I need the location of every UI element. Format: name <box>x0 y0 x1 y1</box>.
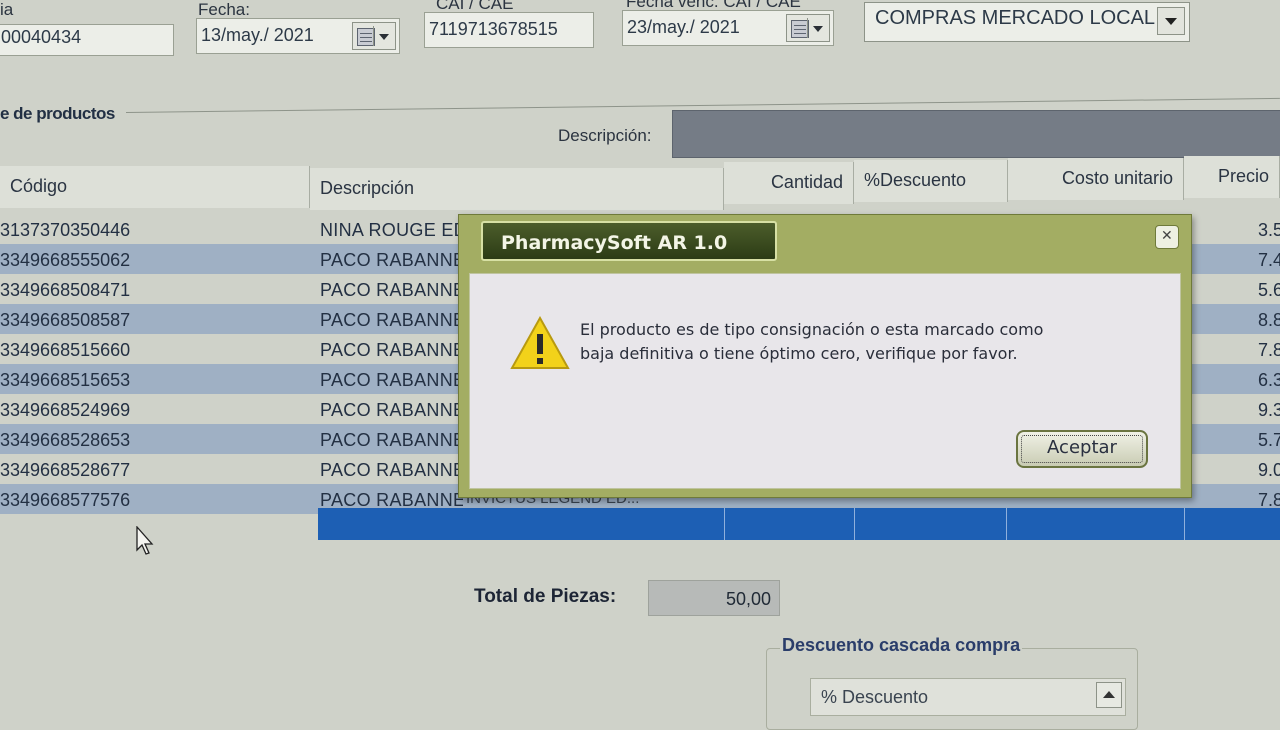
cell-descripcion: PACO RABANNE <box>320 280 463 300</box>
column-separator <box>1006 508 1007 540</box>
cell-codigo: 3349668515660 <box>0 340 131 360</box>
fecha-label: Fecha: <box>198 0 250 19</box>
products-group-title: e de productos <box>0 104 115 123</box>
tipo-compra-select[interactable]: COMPRAS MERCADO LOCAL <box>864 2 1190 42</box>
fecha-date-picker-button[interactable] <box>352 22 396 50</box>
warning-icon <box>510 316 570 369</box>
chevron-down-icon <box>373 26 392 46</box>
document-number-field[interactable]: 00040434 <box>0 24 174 56</box>
cell-codigo: 3349668508587 <box>0 310 131 330</box>
cell-codigo: 3349668528653 <box>0 430 131 450</box>
descripcion-search-input[interactable] <box>672 110 1280 158</box>
column-separator <box>1184 508 1185 540</box>
cell-codigo: 3349668577576 <box>0 490 131 510</box>
field1-label: ia <box>0 0 14 19</box>
col-header-descripcion[interactable]: Descripción <box>310 168 724 210</box>
mouse-pointer-icon <box>136 526 154 555</box>
col-header-precio[interactable]: Precio <box>1184 156 1280 198</box>
descuento-cascada-header[interactable]: % Descuento <box>810 678 1126 716</box>
descripcion-search-label: Descripción: <box>558 126 652 145</box>
fecha-value: 13/may./ 2021 <box>201 25 314 45</box>
dialog-message-line2: baja definitiva o tiene óptimo cero, ver… <box>580 344 1018 363</box>
cell-descripcion: PACO RABANNE <box>320 310 463 330</box>
cell-codigo: 3349668515653 <box>0 370 131 390</box>
cell-precio: 7.8 <box>1258 340 1280 360</box>
cell-codigo: 3349668508471 <box>0 280 131 300</box>
cell-precio: 6.3 <box>1258 370 1280 390</box>
col-header-descuento[interactable]: %Descuento <box>854 160 1008 202</box>
warning-dialog: PharmacySoft AR 1.0 El producto es de ti… <box>458 214 1192 498</box>
dialog-message-line1: El producto es de tipo consignación o es… <box>580 320 1044 339</box>
cell-descripcion: PACO RABANNE <box>320 430 463 450</box>
cell-descripcion: PACO RABANNE <box>320 250 463 270</box>
cell-precio: 9.0 <box>1258 460 1280 480</box>
cell-codigo: 3349668555062 <box>0 250 131 270</box>
dialog-body: El producto es de tipo consignación o es… <box>469 273 1181 489</box>
selected-new-row[interactable] <box>318 508 1280 540</box>
fecha-venc-value: 23/may./ 2021 <box>627 17 740 37</box>
cell-precio: 5.6 <box>1258 280 1280 300</box>
cell-codigo: 3349668528677 <box>0 460 131 480</box>
cell-precio: 3.5 <box>1258 220 1280 240</box>
cai-field[interactable]: 7119713678515 <box>424 12 594 48</box>
column-separator <box>724 508 725 540</box>
cell-descripcion: PACO RABANNE <box>320 460 463 480</box>
cell-descripcion: PACO RABANNE <box>320 370 463 390</box>
cell-codigo: 3137370350446 <box>0 220 131 240</box>
tipo-compra-value: COMPRAS MERCADO LOCAL <box>875 7 1156 29</box>
close-icon[interactable] <box>1155 225 1179 249</box>
dialog-title: PharmacySoft AR 1.0 <box>501 232 728 254</box>
chevron-down-icon <box>807 18 826 38</box>
column-separator <box>854 508 855 540</box>
cell-precio: 7.4 <box>1258 250 1280 270</box>
chevron-down-icon[interactable] <box>1157 7 1185 35</box>
cell-precio: 5.7 <box>1258 430 1280 450</box>
dialog-title-bar: PharmacySoft AR 1.0 <box>481 221 777 261</box>
aceptar-button[interactable]: Aceptar <box>1016 430 1148 468</box>
col-header-cantidad[interactable]: Cantidad <box>724 162 854 204</box>
cell-precio: 9.3 <box>1258 400 1280 420</box>
descuento-cascada-title: Descuento cascada compra <box>780 635 1023 656</box>
col-header-codigo[interactable]: Código <box>0 166 310 208</box>
cell-precio: 8.8 <box>1258 310 1280 330</box>
cell-descripcion: PACO RABANNE <box>320 400 463 420</box>
cell-codigo: 3349668524969 <box>0 400 131 420</box>
scroll-up-icon[interactable] <box>1096 682 1122 708</box>
dialog-message: El producto es de tipo consignación o es… <box>580 318 1140 366</box>
fecha-venc-date-picker-button[interactable] <box>786 14 830 42</box>
total-piezas-value: 50,00 <box>648 580 780 616</box>
cell-descripcion: PACO RABANNE <box>320 340 463 360</box>
total-piezas-label: Total de Piezas: <box>474 586 617 607</box>
col-header-costo-unitario[interactable]: Costo unitario <box>1008 158 1184 200</box>
